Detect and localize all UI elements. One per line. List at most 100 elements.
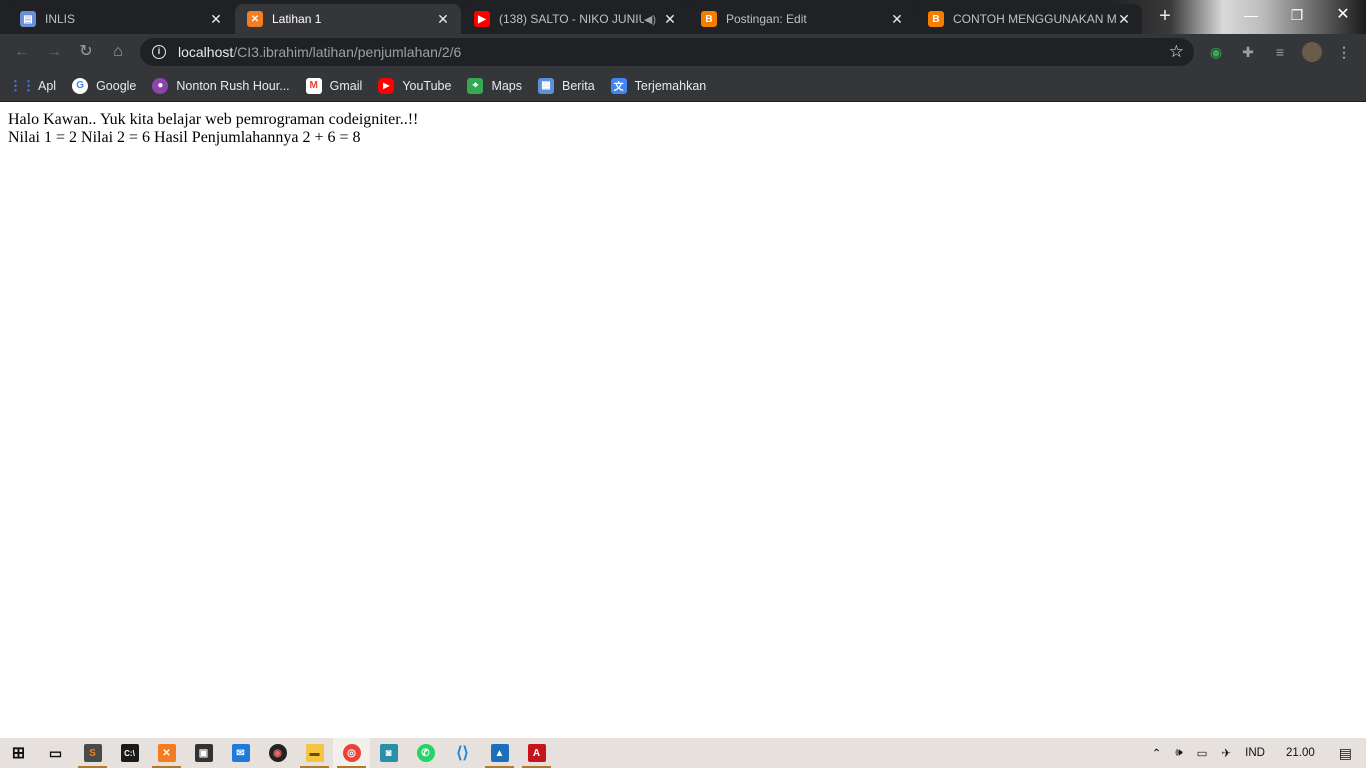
taskbar-file-explorer[interactable]: ▬ [296, 738, 333, 768]
tab-inlis[interactable]: ▤ INLIS ✕ [8, 4, 234, 34]
close-icon[interactable]: ✕ [662, 11, 678, 27]
bookmark-label: Apl [38, 78, 57, 93]
task-view-icon: ▭ [48, 744, 63, 761]
bookmark-label: Google [96, 78, 137, 93]
url-path: /CI3.ibrahim/latihan/penjumlahan/2/6 [233, 44, 462, 60]
taskbar-photos[interactable]: ▲ [481, 738, 518, 768]
tab-title: INLIS [45, 12, 76, 26]
tab-title: (138) SALTO - NIKO JUNIUS [499, 12, 644, 26]
sublime-text-icon: S [83, 744, 102, 762]
restore-button[interactable]: ❐ [1274, 0, 1320, 30]
tab-youtube[interactable]: ▶ (138) SALTO - NIKO JUNIUS ◀) ✕ [462, 4, 688, 34]
gmail-icon: M [305, 77, 322, 94]
chrome-icon: ◎ [342, 744, 361, 762]
menu-icon[interactable]: ⋮ [1334, 42, 1354, 62]
browser-toolbar: ← → ↻ ⌂ i localhost/CI3.ibrahim/latihan/… [0, 34, 1366, 70]
speaker-icon[interactable]: ◀) [644, 13, 656, 26]
star-icon[interactable]: ☆ [1169, 42, 1184, 62]
extensions-puzzle-icon[interactable]: ✚ [1238, 42, 1258, 62]
url-host: localhost [178, 44, 234, 60]
taskbar-chrome[interactable]: ◎ [333, 738, 370, 768]
close-icon[interactable]: ✕ [1116, 11, 1132, 27]
taskbar-cmd[interactable]: C:\ [111, 738, 148, 768]
bookmark-gmail[interactable]: M Gmail [305, 77, 363, 94]
notification-icon[interactable]: ▤ [1329, 745, 1366, 762]
vscode-icon: ⟨⟩ [456, 745, 469, 762]
translate-icon: 文 [610, 77, 627, 94]
reload-button[interactable]: ↻ [74, 40, 98, 64]
google-icon: G [72, 77, 89, 94]
taskbar-sublime[interactable]: S [74, 738, 111, 768]
bookmark-apl[interactable]: ⋮⋮ Apl [9, 78, 57, 94]
info-icon[interactable]: i [152, 45, 166, 59]
taskbar-whatsapp[interactable]: ✆ [407, 738, 444, 768]
url-text[interactable]: localhost/CI3.ibrahim/latihan/penjumlaha… [178, 44, 461, 60]
news-icon: ▦ [538, 77, 555, 94]
taskbar-xampp[interactable]: ✕ [148, 738, 185, 768]
clock[interactable]: 21.00 [1272, 747, 1329, 759]
battery-icon[interactable]: ▭ [1190, 746, 1215, 760]
avatar[interactable] [1302, 42, 1322, 62]
back-button[interactable]: ← [10, 40, 34, 64]
bookmark-berita[interactable]: ▦ Berita [538, 77, 595, 94]
bookmark-label: Gmail [329, 78, 363, 93]
system-tray: ⌃ 🕪 ▭ ✈ IND 21.00 ▤ [1145, 738, 1366, 768]
xampp-icon: ✕ [157, 744, 176, 762]
taskbar-acrobat[interactable]: A [518, 738, 555, 768]
movie-icon: ● [152, 77, 169, 94]
windows-logo-icon: ⊞ [11, 745, 26, 762]
tab-latihan-1[interactable]: ✕ Latihan 1 ✕ [235, 4, 461, 34]
bookmark-youtube[interactable]: ▶ YouTube [378, 77, 452, 94]
task-view-button[interactable]: ▭ [37, 738, 74, 768]
start-button[interactable]: ⊞ [0, 738, 37, 768]
tab-strip: ▤ INLIS ✕ ✕ Latihan 1 ✕ ▶ (138) SALTO - … [0, 0, 1366, 34]
mail-icon: ✉ [231, 744, 250, 762]
store-icon: ▣ [194, 744, 213, 762]
tab-title: CONTOH MENGGUNAKAN MVC [953, 12, 1116, 26]
close-icon[interactable]: ✕ [208, 11, 224, 27]
bookmark-label: Berita [562, 78, 595, 93]
bookmarks-bar: ⋮⋮ Apl G Google ● Nonton Rush Hour... M … [0, 70, 1366, 102]
tab-contoh-mvc[interactable]: B CONTOH MENGGUNAKAN MVC ✕ [916, 4, 1142, 34]
home-button[interactable]: ⌂ [106, 40, 130, 64]
pdf-icon: A [527, 744, 546, 762]
taskbar-vscode[interactable]: ⟨⟩ [444, 738, 481, 768]
bookmark-label: Terjemahkan [634, 78, 707, 93]
bookmark-label: YouTube [402, 78, 452, 93]
tab-postingan-edit[interactable]: B Postingan: Edit ✕ [689, 4, 915, 34]
sum-result-text: Nilai 1 = 2 Nilai 2 = 6 Hasil Penjumlaha… [8, 129, 361, 146]
media-control-icon[interactable]: ≡ [1270, 42, 1290, 62]
bookmark-label: Maps [491, 78, 523, 93]
close-icon[interactable]: ✕ [435, 11, 451, 27]
blogger-icon: B [928, 11, 944, 27]
bookmark-google[interactable]: G Google [72, 77, 137, 94]
taskbar-media[interactable]: ◉ [259, 738, 296, 768]
page-content: Halo Kawan.. Yuk kita belajar web pemrog… [0, 103, 1366, 737]
airplane-mode-icon[interactable]: ✈ [1215, 746, 1239, 760]
forward-button[interactable]: → [42, 40, 66, 64]
bookmark-nonton-rush-hour[interactable]: ● Nonton Rush Hour... [152, 77, 290, 94]
bookmark-terjemahkan[interactable]: 文 Terjemahkan [610, 77, 707, 94]
chevron-up-icon[interactable]: ⌃ [1145, 746, 1169, 760]
language-indicator[interactable]: IND [1238, 747, 1272, 759]
extension-globe-icon[interactable]: ◉ [1206, 42, 1226, 62]
windows-taskbar: ⊞ ▭ S C:\ ✕ ▣ ✉ ◉ ▬ ◎ ◙ ✆ ⟨⟩ ▲ A ⌃ 🕪 ▭ ✈… [0, 738, 1366, 768]
bookmark-maps[interactable]: ⌖ Maps [467, 77, 523, 94]
close-window-button[interactable]: ✕ [1320, 0, 1366, 30]
taskbar-app-teal[interactable]: ◙ [370, 738, 407, 768]
close-icon[interactable]: ✕ [889, 11, 905, 27]
xampp-icon: ✕ [247, 11, 263, 27]
taskbar-mail[interactable]: ✉ [222, 738, 259, 768]
whatsapp-icon: ✆ [416, 744, 435, 762]
tab-title: Latihan 1 [272, 12, 322, 26]
youtube-icon: ▶ [474, 11, 490, 27]
tab-title: Postingan: Edit [726, 12, 807, 26]
new-tab-button[interactable]: + [1152, 6, 1178, 28]
command-prompt-icon: C:\ [120, 744, 139, 762]
maps-icon: ⌖ [467, 77, 484, 94]
minimize-button[interactable]: — [1228, 0, 1274, 30]
address-bar[interactable]: i localhost/CI3.ibrahim/latihan/penjumla… [140, 38, 1194, 66]
volume-icon[interactable]: 🕪 [1168, 747, 1189, 760]
taskbar-store[interactable]: ▣ [185, 738, 222, 768]
camera-icon: ◙ [379, 744, 398, 762]
